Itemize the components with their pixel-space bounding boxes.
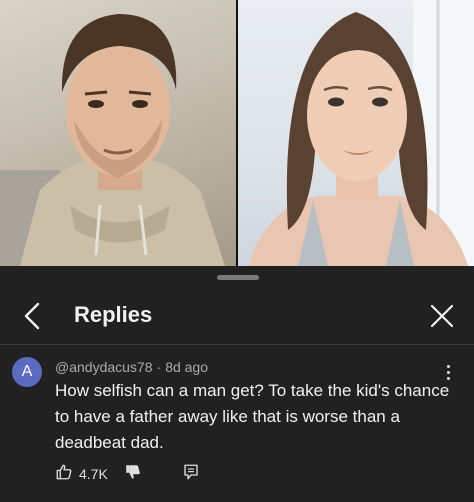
replies-sheet: Replies A @andydacus78 · 8d ago How selfis…	[0, 266, 474, 502]
person-right-image	[248, 0, 474, 266]
like-button[interactable]: 4.7K	[55, 463, 108, 486]
sheet-drag-handle[interactable]	[217, 275, 259, 280]
sheet-header: Replies	[0, 290, 474, 344]
thumbs-up-icon	[55, 463, 73, 486]
meta-separator: ·	[156, 359, 162, 375]
comment-text: How selfish can a man get? To take the k…	[55, 381, 450, 452]
comment-item: A @andydacus78 · 8d ago How selfish can a …	[0, 345, 474, 502]
close-button[interactable]	[422, 298, 462, 338]
sheet-title: Replies	[74, 302, 153, 327]
reply-button[interactable]	[182, 463, 200, 486]
video-frame-left	[0, 0, 236, 266]
thumbs-down-icon	[124, 463, 142, 486]
chevron-left-icon	[23, 302, 41, 335]
like-count: 4.7K	[79, 466, 108, 482]
close-icon	[430, 304, 454, 333]
reply-comment-icon	[182, 463, 200, 486]
comment-author[interactable]: @andydacus78	[55, 359, 153, 375]
comment-actions: 4.7K	[55, 460, 200, 488]
comment-meta: @andydacus78 · 8d ago	[55, 359, 208, 375]
person-left-image	[0, 14, 225, 266]
comment-time: 8d ago	[165, 359, 209, 375]
avatar[interactable]: A	[12, 357, 42, 387]
back-button[interactable]	[12, 298, 52, 338]
dislike-button[interactable]	[124, 463, 142, 486]
video-frame-right	[238, 0, 474, 266]
video-thumbnail-area[interactable]	[0, 0, 474, 266]
